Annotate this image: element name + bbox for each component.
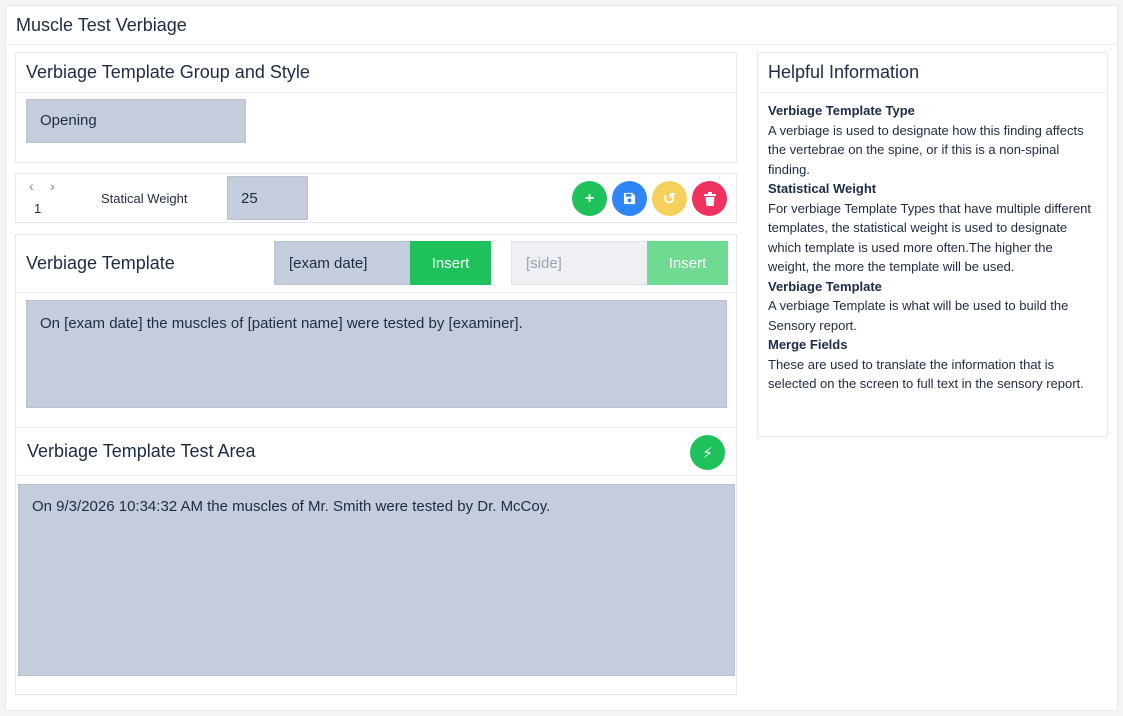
delete-button[interactable] <box>692 181 727 216</box>
insert-button-2[interactable]: Insert <box>647 241 728 285</box>
divider <box>6 44 1117 45</box>
merge-field-select-1[interactable]: [exam date] <box>274 241 411 285</box>
page-title: Muscle Test Verbiage <box>16 15 187 35</box>
verbiage-template-card: Verbiage Template [exam date] Insert [si… <box>15 234 737 695</box>
help-heading: Verbiage Template Type <box>768 103 915 118</box>
record-page-number: 1 <box>34 201 42 216</box>
record-toolbar: ‹ › 1 Statical Weight 25 + ↺ <box>15 173 737 223</box>
save-icon <box>623 192 636 205</box>
save-button[interactable] <box>612 181 647 216</box>
help-card: Helpful Information Verbiage Template Ty… <box>757 52 1108 437</box>
template-title: Verbiage Template <box>26 253 175 273</box>
group-style-title: Verbiage Template Group and Style <box>16 53 736 93</box>
trash-icon <box>703 191 716 206</box>
help-text: These are used to translate the informat… <box>768 356 1084 392</box>
help-heading: Verbiage Template <box>768 278 882 294</box>
add-button[interactable]: + <box>572 181 607 216</box>
group-style-card: Verbiage Template Group and Style Openin… <box>15 52 737 163</box>
undo-icon: ↺ <box>662 190 677 208</box>
template-group-select[interactable]: Opening <box>26 99 246 143</box>
reset-button[interactable]: ↺ <box>652 181 687 216</box>
weight-input[interactable]: 25 <box>227 176 308 220</box>
help-heading: Merge Fields <box>768 337 848 352</box>
help-text: A verbiage Template is what will be used… <box>768 298 1069 333</box>
test-output: On 9/3/2026 10:34:32 AM the muscles of M… <box>18 484 735 676</box>
lightning-icon: ⚡ <box>702 444 713 462</box>
help-heading: Statistical Weight <box>768 181 877 196</box>
help-text: For verbiage Template Types that have mu… <box>768 200 1092 275</box>
insert-button-1[interactable]: Insert <box>410 241 491 285</box>
test-area-title: Verbiage Template Test Area <box>27 441 256 461</box>
test-area-header: Verbiage Template Test Area ⚡ <box>16 427 736 476</box>
template-textarea[interactable]: On [exam date] the muscles of [patient n… <box>26 300 727 408</box>
template-header: Verbiage Template [exam date] Insert [si… <box>16 235 736 293</box>
help-body: Verbiage Template Type A verbiage is use… <box>758 93 1107 394</box>
merge-field-select-2[interactable]: [side] <box>511 241 648 285</box>
help-title: Helpful Information <box>758 53 1107 93</box>
run-test-button[interactable]: ⚡ <box>690 435 725 470</box>
plus-icon: + <box>584 189 595 207</box>
chevron-right-icon[interactable]: › <box>50 178 55 194</box>
chevron-left-icon[interactable]: ‹ <box>29 178 34 194</box>
weight-label: Statical Weight <box>101 191 188 206</box>
help-text: A verbiage is used to designate how this… <box>768 122 1084 177</box>
